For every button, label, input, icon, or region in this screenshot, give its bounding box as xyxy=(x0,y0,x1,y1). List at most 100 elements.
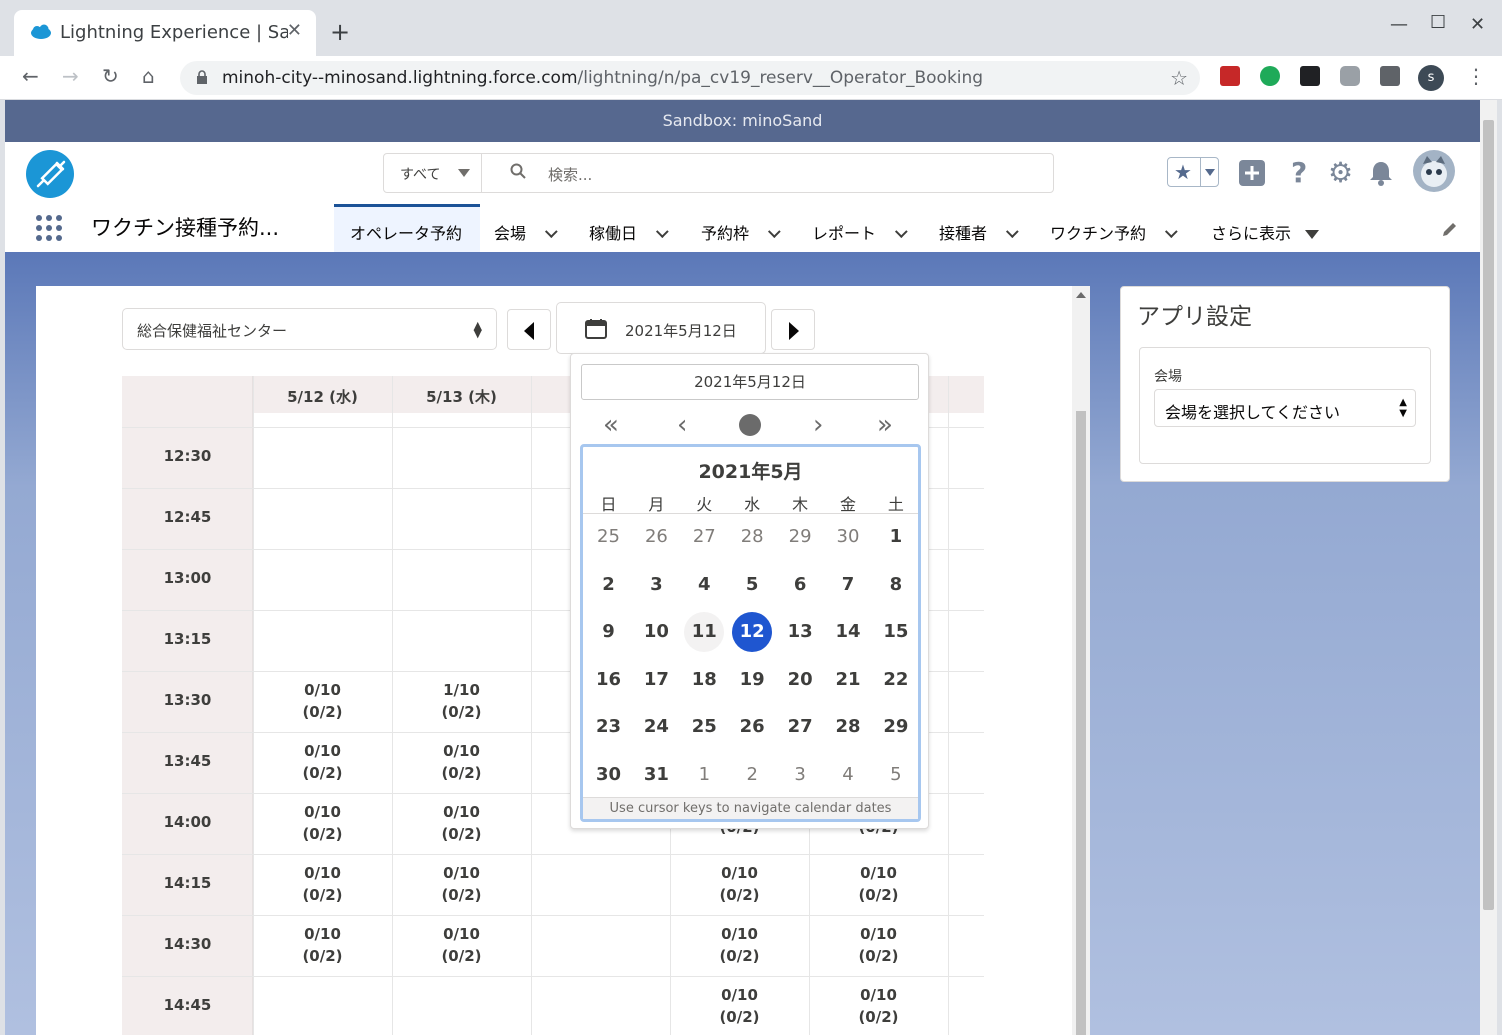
calendar-day[interactable]: 15 xyxy=(876,612,916,652)
search-input[interactable]: 検索... xyxy=(548,164,592,185)
slot-cell[interactable]: 0/10 (0/2) xyxy=(670,984,809,1028)
calendar-day[interactable]: 5 xyxy=(876,755,916,795)
nav-tab-booking-slot[interactable]: 予約枠 xyxy=(701,204,781,252)
card-scrollbar-thumb[interactable] xyxy=(1076,411,1086,1035)
calendar-day[interactable]: 17 xyxy=(636,660,676,700)
calendar-day[interactable]: 6 xyxy=(780,565,820,605)
prev-day-button[interactable] xyxy=(507,309,551,350)
calendar-day[interactable]: 23 xyxy=(589,707,629,747)
slot-cell[interactable]: 0/10 (0/2) xyxy=(392,923,531,967)
settings-venue-select[interactable]: 会場を選択してください ▲ ▼ xyxy=(1154,389,1416,427)
extension-chat-icon[interactable] xyxy=(1260,66,1280,86)
calendar-day[interactable]: 25 xyxy=(684,707,724,747)
calendar-day[interactable]: 27 xyxy=(780,707,820,747)
browser-menu-icon[interactable]: ⋮ xyxy=(1466,64,1486,88)
calendar-day[interactable]: 18 xyxy=(684,660,724,700)
nav-tab-venue[interactable]: 会場 xyxy=(494,204,558,252)
chevron-down-icon[interactable] xyxy=(1005,225,1019,239)
slot-cell[interactable]: 0/10 (0/2) xyxy=(253,679,392,723)
slot-cell[interactable]: 0/10 (0/2) xyxy=(670,923,809,967)
calendar-day[interactable]: 4 xyxy=(828,755,868,795)
slot-cell[interactable]: 0/10 (0/2) xyxy=(670,862,809,906)
help-icon[interactable]: ? xyxy=(1291,156,1307,189)
next-month-icon[interactable]: › xyxy=(813,410,823,440)
calendar-day[interactable]: 30 xyxy=(589,755,629,795)
calendar-day[interactable]: 1 xyxy=(876,517,916,557)
extensions-puzzle-icon[interactable] xyxy=(1380,66,1400,86)
prev-month-icon[interactable]: ‹ xyxy=(677,410,687,440)
extension-line-icon[interactable] xyxy=(1340,66,1360,86)
next-month-double-icon[interactable]: » xyxy=(877,410,893,440)
slot-cell[interactable]: 0/10 (0/2) xyxy=(253,862,392,906)
calendar-day[interactable]: 30 xyxy=(828,517,868,557)
calendar-day[interactable]: 3 xyxy=(636,565,676,605)
reload-icon[interactable]: ↻ xyxy=(102,64,119,88)
calendar-day[interactable]: 28 xyxy=(828,707,868,747)
chevron-down-icon[interactable] xyxy=(767,225,781,239)
venue-select[interactable]: 総合保健福祉センター ▲ ▼ xyxy=(122,308,497,350)
nav-tab-workday[interactable]: 稼働日 xyxy=(589,204,669,252)
next-day-button[interactable] xyxy=(771,309,815,350)
calendar-day[interactable]: 31 xyxy=(636,755,676,795)
calendar-day[interactable]: 2 xyxy=(732,755,772,795)
calendar-day[interactable]: 10 xyxy=(636,612,676,652)
calendar-day[interactable]: 26 xyxy=(636,517,676,557)
calendar-day[interactable]: 24 xyxy=(636,707,676,747)
home-icon[interactable]: ⌂ xyxy=(142,64,155,88)
extension-book-icon[interactable] xyxy=(1220,66,1240,86)
calendar-day[interactable]: 29 xyxy=(876,707,916,747)
calendar-day[interactable]: 12 xyxy=(732,612,773,653)
profile-avatar[interactable]: s xyxy=(1418,65,1444,91)
calendar-day[interactable]: 7 xyxy=(828,565,868,605)
chevron-down-icon[interactable] xyxy=(894,225,908,239)
window-close-icon[interactable]: ✕ xyxy=(1470,14,1485,35)
global-add-icon[interactable] xyxy=(1239,160,1265,186)
nav-tab-vaccine-booking[interactable]: ワクチン予約 xyxy=(1050,204,1178,252)
calendar-day[interactable]: 22 xyxy=(876,660,916,700)
calendar-day[interactable]: 26 xyxy=(732,707,772,747)
calendar-day[interactable]: 3 xyxy=(780,755,820,795)
calendar-day[interactable]: 1 xyxy=(684,755,724,795)
calendar-day[interactable]: 20 xyxy=(780,660,820,700)
bookmark-star-icon[interactable]: ☆ xyxy=(1170,66,1188,90)
user-avatar[interactable] xyxy=(1413,150,1455,192)
slot-cell[interactable]: 0/10 (0/2) xyxy=(809,984,948,1028)
calendar-day[interactable]: 14 xyxy=(828,612,868,652)
calendar-day[interactable]: 27 xyxy=(684,517,724,557)
chevron-down-icon[interactable] xyxy=(1164,225,1178,239)
date-input[interactable]: 2021年5月12日 xyxy=(581,364,919,400)
bell-icon[interactable] xyxy=(1369,160,1393,186)
date-picker-button[interactable]: 2021年5月12日 xyxy=(556,302,766,354)
page-scrollbar[interactable] xyxy=(1480,100,1497,1035)
extension-bookmark-icon[interactable] xyxy=(1300,66,1320,86)
calendar-day[interactable]: 28 xyxy=(732,517,772,557)
forward-icon[interactable]: → xyxy=(62,64,79,88)
nav-tab-report[interactable]: レポート xyxy=(812,204,908,252)
browser-tab[interactable]: Lightning Experience | Salesforce ✕ xyxy=(14,10,316,56)
calendar-day[interactable]: 11 xyxy=(684,612,725,653)
calendar-day[interactable]: 4 xyxy=(684,565,724,605)
calendar-day[interactable]: 13 xyxy=(780,612,820,652)
calendar-day[interactable]: 16 xyxy=(589,660,629,700)
chevron-down-icon[interactable] xyxy=(655,225,669,239)
nav-tab-operator-booking[interactable]: オペレータ予約 xyxy=(334,204,480,252)
calendar-day[interactable]: 8 xyxy=(876,565,916,605)
maximize-icon[interactable]: ☐ xyxy=(1430,12,1446,33)
nav-tab-recipient[interactable]: 接種者 xyxy=(939,204,1019,252)
gear-icon[interactable]: ⚙ xyxy=(1328,156,1353,189)
slot-cell[interactable]: 0/10 (0/2) xyxy=(253,923,392,967)
prev-month-double-icon[interactable]: « xyxy=(603,410,619,440)
slot-cell[interactable]: 1/10 (0/2) xyxy=(392,679,531,723)
search-scope-dropdown[interactable]: すべて xyxy=(384,154,482,192)
calendar-day[interactable]: 5 xyxy=(732,565,772,605)
new-tab-icon[interactable]: + xyxy=(330,18,350,46)
pencil-icon[interactable] xyxy=(1441,220,1459,238)
favorites-button[interactable]: ★ xyxy=(1167,157,1219,187)
calendar-day[interactable]: 19 xyxy=(732,660,772,700)
url-field[interactable]: minoh-city--minosand.lightning.force.com… xyxy=(180,61,1200,95)
chevron-down-icon[interactable] xyxy=(544,225,558,239)
slot-cell[interactable]: 0/10 (0/2) xyxy=(392,801,531,845)
tab-close-icon[interactable]: ✕ xyxy=(287,20,302,41)
slot-cell[interactable]: 0/10 (0/2) xyxy=(809,923,948,967)
page-scrollbar-thumb[interactable] xyxy=(1483,120,1494,910)
